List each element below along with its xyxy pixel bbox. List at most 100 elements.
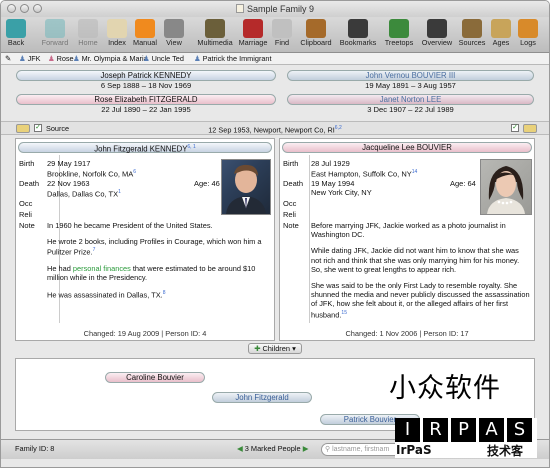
watermark-cn: 小众软件 — [389, 373, 501, 404]
wife-notes[interactable]: Before marrying JFK, Jackie worked as a … — [311, 221, 531, 326]
edit-bookmarks-icon[interactable]: ✎ — [5, 53, 11, 65]
toolbar-manual-button[interactable]: Manual — [131, 19, 159, 52]
death-date[interactable]: 22 Nov 1963 — [47, 179, 90, 188]
note-paragraph: While dating JFK, Jackie did not want hi… — [311, 246, 531, 274]
toolbar-ages-button[interactable]: Ages — [489, 19, 513, 52]
toolbar-sources-button[interactable]: Sources — [457, 19, 487, 52]
close-window-button[interactable] — [7, 4, 16, 13]
home-icon — [78, 19, 98, 38]
watermark-tagline: 技术客 — [487, 444, 524, 458]
watermark-letter: I — [395, 418, 420, 442]
film-icon — [205, 19, 225, 38]
back-arrow-icon — [6, 19, 26, 38]
shovel-icon — [462, 19, 482, 38]
note-text: He wrote 2 books, including Profiles in … — [47, 237, 262, 257]
death-date[interactable]: 19 May 1994 — [311, 179, 354, 188]
toolbar-view-button[interactable]: View — [163, 19, 185, 52]
husband-name-box[interactable]: John Fitzgerald KENNEDY6, 1 — [18, 142, 272, 154]
right-checkbox[interactable]: ✓ — [511, 124, 519, 132]
husband-mother-box[interactable]: Rose Elizabeth FITZGERALD — [16, 94, 276, 105]
watermark-letter: R — [423, 418, 448, 442]
magnifier-icon — [272, 19, 292, 38]
birth-date[interactable]: 28 Jul 1929 — [311, 159, 350, 168]
birth-label: Birth — [19, 159, 35, 168]
bookmark-item[interactable]: ♟ JFK — [19, 53, 41, 65]
bookmark-label: JFK — [27, 54, 41, 63]
toolbar-label: Treetops — [384, 38, 414, 47]
marriage-text: 12 Sep 1953, Newport, Newport Co, RI — [208, 125, 335, 135]
toolbar-multimedia-button[interactable]: Multimedia — [196, 19, 234, 52]
person-icon: ♟ — [143, 54, 152, 63]
note-link[interactable]: personal finances — [73, 264, 131, 273]
wife-name-box[interactable]: Jacqueline Lee BOUVIER — [282, 142, 532, 153]
child-name: Caroline Bouvier — [126, 373, 184, 382]
add-child-icon: ✚ — [254, 344, 261, 353]
bookmark-item[interactable]: ♟ Mr. Olympia & Maria — [73, 53, 148, 65]
death-place[interactable]: New York City, NY — [311, 188, 372, 197]
bookmark-item[interactable]: ♟ Patrick the Immigrant — [194, 53, 272, 65]
right-menu-button[interactable] — [523, 124, 537, 133]
husband-father-box[interactable]: Joseph Patrick KENNEDY — [16, 70, 276, 81]
forward-arrow-icon — [45, 19, 65, 38]
note-source-ref[interactable]: 15 — [341, 310, 347, 316]
bookmark-item[interactable]: ♟ Rose — [48, 53, 74, 65]
birth-place[interactable]: East Hampton, Suffolk Co, NY14 — [311, 168, 417, 179]
note-text: While dating JFK, Jackie did not want hi… — [311, 246, 520, 274]
toolbar-label: Index — [108, 38, 126, 47]
family-id: Family ID: 8 — [15, 444, 55, 453]
bookmark-label: Patrick the Immigrant — [202, 54, 272, 63]
wife-father-box[interactable]: John Vernou BOUVIER III — [287, 70, 534, 81]
rose-icon — [243, 19, 263, 38]
husband-source-ref[interactable]: 6, 1 — [187, 144, 195, 150]
right-arrow-icon[interactable]: ▶ — [303, 444, 309, 453]
religion-label: Reli — [19, 210, 32, 219]
portrait-image — [487, 166, 525, 214]
birth-source-ref[interactable]: 6 — [133, 169, 136, 175]
search-placeholder: lastname, firstnam — [332, 446, 390, 453]
note-source-ref[interactable]: 7 — [93, 247, 96, 253]
note-paragraph: In 1960 he became President of the Unite… — [47, 221, 269, 230]
birth-date[interactable]: 29 May 1917 — [47, 159, 90, 168]
toolbar-label: Back — [7, 38, 25, 47]
child-box[interactable]: John Fitzgerald — [212, 392, 312, 403]
toolbar-logs-button[interactable]: Logs — [516, 19, 540, 52]
toolbar-home-button[interactable]: Home — [76, 19, 100, 52]
death-place-text: Dallas, Dallas Co, TX — [47, 189, 119, 199]
death-source-ref[interactable]: 1 — [118, 189, 121, 195]
left-arrow-icon[interactable]: ◀ — [237, 444, 243, 453]
toolbar-clipboard-button[interactable]: Clipboard — [298, 19, 334, 52]
toolbar-treetops-button[interactable]: Treetops — [382, 19, 416, 52]
husband-notes[interactable]: In 1960 he became President of the Unite… — [47, 221, 269, 307]
wife-mother-box[interactable]: Janet Norton LEE — [287, 94, 534, 105]
toolbar-back-button[interactable]: Back — [4, 19, 28, 52]
children-button[interactable]: ✚ Children ▾ — [248, 343, 302, 354]
husband-photo[interactable] — [221, 159, 271, 215]
toolbar-label: View — [166, 38, 182, 47]
toolbar-bookmarks-button[interactable]: Bookmarks — [338, 19, 378, 52]
child-box[interactable]: Caroline Bouvier — [105, 372, 205, 383]
toolbar-find-button[interactable]: Find — [272, 19, 292, 52]
death-place[interactable]: Dallas, Dallas Co, TX1 — [47, 188, 121, 199]
age-at-death: Age: 64 — [450, 179, 476, 188]
wife-photo[interactable] — [480, 159, 532, 215]
toolbar-forward-button[interactable]: Forward — [38, 19, 72, 52]
toolbar-index-button[interactable]: Index — [105, 19, 129, 52]
religion-label: Reli — [283, 210, 296, 219]
note-source-ref[interactable]: 8 — [163, 290, 166, 296]
minimize-window-button[interactable] — [20, 4, 29, 13]
birth-place[interactable]: Brookline, Norfolk Co, MA6 — [47, 168, 136, 179]
wife-name: Jacqueline Lee BOUVIER — [362, 143, 452, 152]
toolbar-label: Logs — [520, 38, 536, 47]
note-text: In 1960 he became President of the Unite… — [47, 221, 213, 230]
marked-people[interactable]: ◀ 3 Marked People ▶ — [237, 440, 308, 458]
husband-father-dates: 6 Sep 1888 – 18 Nov 1969 — [100, 81, 192, 90]
zoom-window-button[interactable] — [33, 4, 42, 13]
bookmarks-icon — [348, 19, 368, 38]
birth-source-ref[interactable]: 14 — [412, 169, 418, 175]
toolbar-marriage-button[interactable]: Marriage — [237, 19, 269, 52]
note-label: Note — [283, 221, 299, 230]
marriage-source-ref[interactable]: 6,2 — [335, 125, 342, 131]
toolbar-overview-button[interactable]: Overview — [420, 19, 454, 52]
source-bar: ✓ Source 12 Sep 1953, Newport, Newport C… — [1, 121, 549, 135]
bookmark-item[interactable]: ♟ Uncle Ted — [143, 53, 184, 65]
